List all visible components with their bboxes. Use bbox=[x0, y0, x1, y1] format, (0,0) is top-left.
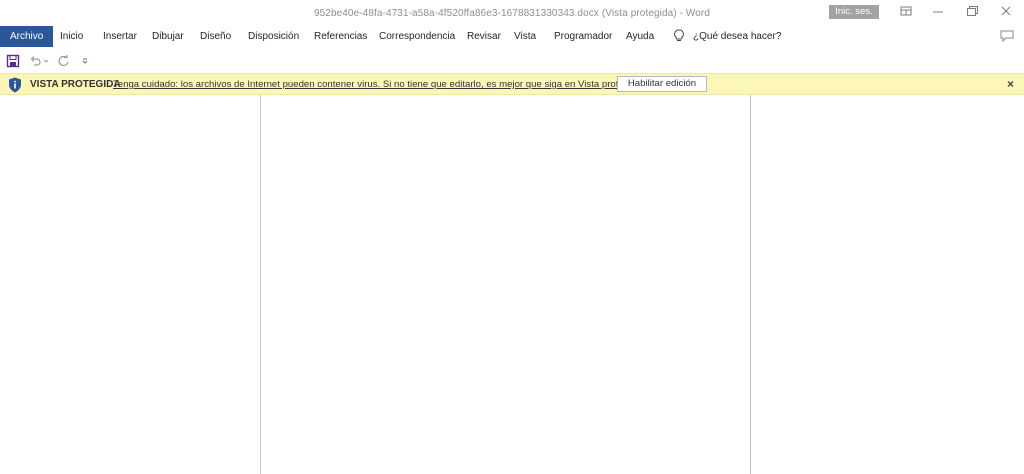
ribbon-display-options-icon[interactable] bbox=[896, 4, 916, 20]
tab-insertar[interactable]: Insertar bbox=[103, 26, 137, 47]
quick-access-toolbar bbox=[0, 50, 1024, 72]
page-right-edge bbox=[750, 95, 751, 474]
minimize-icon[interactable] bbox=[928, 4, 948, 20]
document-canvas bbox=[0, 95, 1024, 474]
enable-editing-button[interactable]: Habilitar edición bbox=[617, 76, 707, 92]
restore-icon[interactable] bbox=[962, 4, 982, 20]
title-bar: 952be40e-48fa-4731-a58a-4f520ffa86e3-167… bbox=[0, 0, 1024, 26]
tab-ayuda[interactable]: Ayuda bbox=[626, 26, 654, 47]
close-icon[interactable] bbox=[996, 4, 1016, 20]
customize-toolbar-icon[interactable] bbox=[80, 54, 90, 68]
redo-icon[interactable] bbox=[57, 54, 71, 68]
undo-icon[interactable] bbox=[28, 54, 42, 68]
tab-correspondencia[interactable]: Correspondencia bbox=[379, 26, 455, 47]
tab-inicio[interactable]: Inicio bbox=[60, 26, 83, 47]
tab-archivo[interactable]: Archivo bbox=[0, 26, 54, 47]
protected-view-warning-link[interactable]: Tenga cuidado: los archivos de Internet … bbox=[113, 79, 645, 90]
undo-dropdown-icon[interactable] bbox=[42, 54, 50, 68]
tab-revisar[interactable]: Revisar bbox=[467, 26, 501, 47]
save-icon[interactable] bbox=[6, 54, 20, 68]
ribbon-tabs: Archivo Inicio Insertar Dibujar Diseño D… bbox=[0, 26, 1024, 48]
tab-vista[interactable]: Vista bbox=[514, 26, 536, 47]
protected-view-title: VISTA PROTEGIDA bbox=[30, 79, 121, 90]
document-page[interactable] bbox=[261, 95, 750, 474]
tab-disposicion[interactable]: Disposición bbox=[248, 26, 299, 47]
comments-icon[interactable] bbox=[1000, 29, 1014, 50]
message-bar-close-icon[interactable]: × bbox=[1007, 77, 1014, 91]
tab-dibujar[interactable]: Dibujar bbox=[152, 26, 184, 47]
tell-me-search[interactable]: ¿Qué desea hacer? bbox=[693, 26, 781, 47]
tab-referencias[interactable]: Referencias bbox=[314, 26, 367, 47]
protected-view-bar: VISTA PROTEGIDA Tenga cuidado: los archi… bbox=[0, 73, 1024, 95]
tab-programador[interactable]: Programador bbox=[554, 26, 612, 47]
tab-diseno[interactable]: Diseño bbox=[200, 26, 231, 47]
lightbulb-icon[interactable] bbox=[673, 29, 685, 50]
sign-in-button[interactable]: Inic. ses. bbox=[829, 5, 879, 19]
